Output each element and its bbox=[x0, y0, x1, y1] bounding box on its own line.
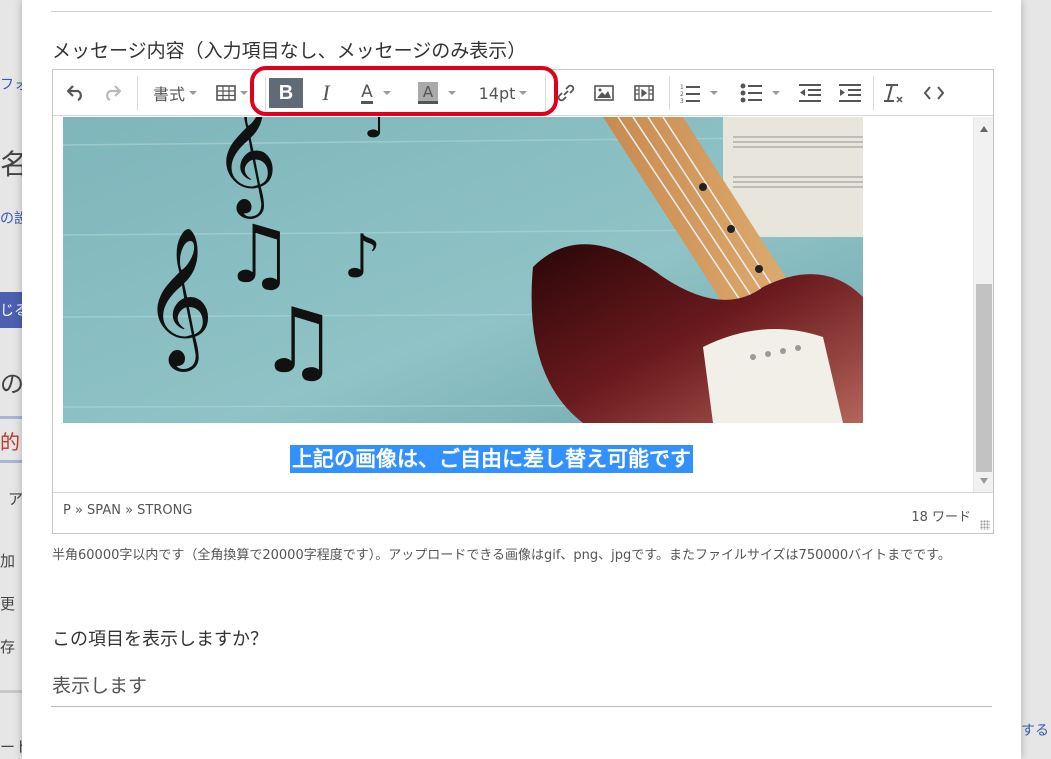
media-icon bbox=[634, 85, 654, 101]
display-answer[interactable]: 表示します bbox=[52, 671, 147, 698]
scroll-down-icon[interactable] bbox=[980, 478, 988, 484]
word-count: 18 ワード bbox=[911, 510, 971, 525]
redo-button[interactable] bbox=[97, 78, 127, 108]
editor-scrollbar[interactable] bbox=[973, 117, 993, 492]
resize-handle-icon[interactable] bbox=[980, 520, 990, 530]
redo-icon bbox=[106, 85, 121, 101]
insert-media-button[interactable] bbox=[627, 78, 661, 108]
svg-text:2: 2 bbox=[680, 91, 684, 98]
code-icon bbox=[924, 86, 944, 100]
insert-image-button[interactable] bbox=[587, 78, 621, 108]
link-icon bbox=[557, 84, 575, 102]
svg-text:1: 1 bbox=[680, 84, 684, 91]
undo-icon bbox=[67, 85, 82, 101]
chevron-down-icon bbox=[519, 91, 528, 95]
bg-divider bbox=[0, 416, 22, 419]
clear-format-icon bbox=[884, 84, 903, 103]
link-button[interactable] bbox=[549, 78, 583, 108]
background-color-label: A bbox=[422, 83, 434, 101]
chevron-down-icon bbox=[382, 91, 391, 95]
rich-text-editor[interactable]: 書式 B I A A 14pt 1 2 3 𝄞 𝄞 ♫ ♪ ♫ ♩ 上記の画像は… bbox=[52, 66, 994, 534]
bold-label: B bbox=[278, 81, 294, 104]
indent-button[interactable] bbox=[833, 78, 867, 108]
chevron-down-icon bbox=[710, 91, 718, 95]
scroll-up-icon[interactable] bbox=[980, 126, 988, 132]
chevron-down-icon bbox=[772, 91, 780, 95]
svg-text:3: 3 bbox=[680, 98, 684, 103]
svg-text:𝄞: 𝄞 bbox=[143, 227, 214, 372]
image-icon bbox=[594, 85, 614, 101]
ordered-list-icon: 123 bbox=[680, 84, 700, 103]
chevron-down-icon bbox=[189, 91, 197, 95]
table-icon bbox=[216, 85, 236, 101]
editor-content[interactable]: 𝄞 𝄞 ♫ ♪ ♫ ♩ 上記の画像は、ご自由に差し替え可能です bbox=[53, 117, 973, 492]
indent-icon bbox=[839, 84, 861, 102]
element-path[interactable]: P » SPAN » STRONG bbox=[63, 503, 192, 518]
undo-button[interactable] bbox=[61, 78, 91, 108]
toolbar-separator bbox=[669, 76, 670, 110]
toolbar-separator bbox=[137, 76, 138, 110]
bg-fragment: の bbox=[0, 370, 22, 398]
scrollbar-thumb[interactable] bbox=[976, 284, 992, 472]
toolbar-separator bbox=[873, 76, 874, 110]
bullet-list-icon bbox=[740, 83, 762, 103]
outdent-button[interactable] bbox=[793, 78, 827, 108]
bg-fragment: する bbox=[1021, 723, 1049, 739]
bullet-list-dropdown[interactable] bbox=[733, 78, 787, 108]
italic-button[interactable]: I bbox=[309, 78, 343, 108]
clear-format-button[interactable] bbox=[877, 78, 911, 108]
field-label: メッセージ内容（入力項目なし、メッセージのみ表示） bbox=[52, 40, 527, 62]
source-code-button[interactable] bbox=[917, 78, 951, 108]
background-color-dropdown[interactable]: A bbox=[409, 78, 465, 108]
outdent-icon bbox=[799, 84, 821, 102]
bg-fragment: ア bbox=[8, 490, 22, 508]
bold-button[interactable]: B bbox=[269, 78, 303, 108]
bg-fragment: じる bbox=[0, 303, 22, 319]
toolbar-separator bbox=[545, 76, 546, 110]
format-label: 書式 bbox=[152, 85, 185, 104]
font-color-dropdown[interactable]: A bbox=[349, 78, 403, 108]
chevron-down-icon bbox=[240, 91, 248, 95]
guitar-music-image[interactable]: 𝄞 𝄞 ♫ ♪ ♫ ♩ bbox=[63, 117, 863, 423]
toolbar-separator bbox=[265, 76, 266, 110]
bg-fragment: 存 bbox=[0, 638, 16, 656]
bg-fragment: の設 bbox=[0, 211, 22, 227]
bg-divider bbox=[0, 690, 22, 693]
font-size-dropdown[interactable]: 14pt bbox=[469, 78, 537, 108]
bg-button: じる bbox=[0, 292, 22, 328]
svg-text:♫: ♫ bbox=[223, 208, 295, 301]
bg-divider bbox=[0, 460, 22, 463]
font-color-label: A bbox=[361, 81, 373, 102]
bg-fragment: 更 bbox=[0, 595, 16, 613]
bg-fragment: 名 bbox=[0, 148, 22, 181]
format-dropdown[interactable]: 書式 bbox=[143, 78, 207, 108]
chevron-down-icon bbox=[448, 91, 456, 95]
font-color-icon: A bbox=[361, 83, 373, 104]
bg-fragment: 加 bbox=[0, 552, 16, 570]
help-text: 半角60000字以内です（全角換算で20000字程度です）。アップロードできる画… bbox=[52, 548, 951, 563]
font-size-label: 14pt bbox=[478, 83, 516, 103]
editor-statusbar: P » SPAN » STRONG 18 ワード bbox=[53, 492, 993, 533]
divider bbox=[51, 706, 992, 707]
bg-fragment: ート bbox=[0, 738, 22, 756]
ordered-list-dropdown[interactable]: 123 bbox=[673, 78, 725, 108]
italic-label: I bbox=[322, 80, 330, 105]
svg-text:♫: ♫ bbox=[258, 289, 339, 394]
bg-fragment: 的 bbox=[0, 430, 20, 454]
svg-text:𝄞: 𝄞 bbox=[213, 117, 278, 219]
svg-text:♪: ♪ bbox=[343, 222, 381, 292]
background-color-icon: A bbox=[418, 82, 438, 104]
svg-text:♩: ♩ bbox=[363, 117, 387, 149]
bg-fragment: フォ bbox=[0, 77, 22, 93]
edit-modal: メッセージ内容（入力項目なし、メッセージのみ表示） 書式 B I A A 14p… bbox=[22, 0, 1021, 759]
divider bbox=[51, 11, 992, 12]
editor-toolbar: 書式 B I A A 14pt 1 2 3 bbox=[53, 66, 993, 116]
display-question: この項目を表示しますか？ bbox=[52, 629, 268, 650]
caption-text[interactable]: 上記の画像は、ご自由に差し替え可能です bbox=[290, 445, 693, 473]
table-dropdown[interactable] bbox=[211, 78, 253, 108]
